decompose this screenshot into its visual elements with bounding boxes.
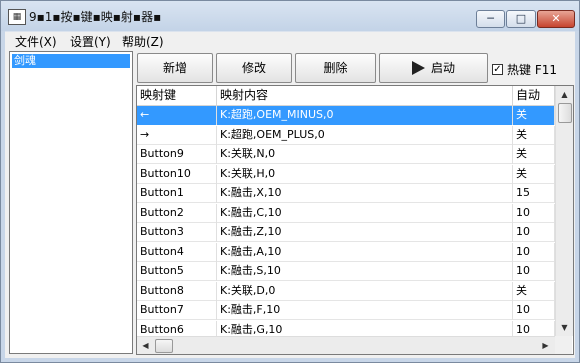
delete-button[interactable]: 删除 [295, 53, 376, 83]
mapping-table[interactable]: 映射键 映射内容 自动 ← K:超跑,OEM_MINUS,0 关 → K:超跑,OEM_… [136, 85, 574, 355]
cell-key: Button1 [137, 184, 217, 203]
scroll-down-icon[interactable]: ▼ [556, 319, 573, 336]
vertical-scrollbar[interactable]: ▲ ▼ [555, 86, 573, 336]
cell-auto: 关 [513, 281, 555, 301]
cell-auto: 10 [513, 301, 555, 320]
window-title: 9▪1▪按▪键▪映▪射▪器▪ [29, 10, 162, 24]
column-header-content[interactable]: 映射内容 [217, 86, 513, 105]
table-row[interactable]: Button3 K:融击,Z,10 10 [137, 223, 555, 242]
table-row[interactable]: Button2 K:融击,C,10 10 [137, 203, 555, 223]
hotkey-checkbox[interactable]: ✓ [492, 64, 503, 75]
cell-content: K:超跑,OEM_PLUS,0 [217, 125, 513, 145]
hotkey-label[interactable]: 热键 F11 [507, 61, 557, 78]
cell-auto: 10 [513, 223, 555, 242]
cell-key: Button4 [137, 242, 217, 262]
profile-list-item-selected[interactable]: 剑魂 [12, 54, 130, 68]
vertical-scroll-thumb[interactable] [558, 103, 572, 123]
table-row[interactable]: → K:超跑,OEM_PLUS,0 关 [137, 125, 555, 145]
cell-auto: 10 [513, 242, 555, 262]
table-row[interactable]: ← K:超跑,OEM_MINUS,0 关 [137, 106, 555, 125]
cell-content: K:关联,H,0 [217, 164, 513, 184]
menu-bar: 文件(X) 设置(Y) 帮助(Z) [5, 31, 575, 50]
cell-auto: 15 [513, 184, 555, 203]
play-icon [411, 60, 425, 75]
cell-auto: 10 [513, 262, 555, 281]
cell-content: K:融击,A,10 [217, 242, 513, 262]
menu-help[interactable]: 帮助(Z) [122, 33, 164, 50]
scroll-corner [555, 336, 572, 354]
table-row[interactable]: Button7 K:融击,F,10 10 [137, 301, 555, 320]
table-row[interactable]: Button5 K:融击,S,10 10 [137, 262, 555, 281]
table-row[interactable]: Button4 K:融击,A,10 10 [137, 242, 555, 262]
cell-content: K:融击,Z,10 [217, 223, 513, 242]
scroll-up-icon[interactable]: ▲ [556, 86, 573, 103]
cell-content: K:关联,N,0 [217, 145, 513, 164]
table-row[interactable]: Button9 K:关联,N,0 关 [137, 145, 555, 164]
cell-key: Button10 [137, 164, 217, 184]
start-button-label: 启动 [430, 61, 455, 75]
cell-auto: 关 [513, 125, 555, 145]
cell-key: Button8 [137, 281, 217, 301]
cell-key: Button9 [137, 145, 217, 164]
cell-auto: 关 [513, 106, 555, 125]
cell-key: → [137, 125, 217, 145]
table-row[interactable]: Button8 K:关联,D,0 关 [137, 281, 555, 301]
cell-content: K:超跑,OEM_MINUS,0 [217, 106, 513, 125]
cell-content: K:关联,D,0 [217, 281, 513, 301]
table-row[interactable]: Button1 K:融击,X,10 15 [137, 184, 555, 203]
cell-content: K:融击,S,10 [217, 262, 513, 281]
table-row[interactable]: Button10 K:关联,H,0 关 [137, 164, 555, 184]
cell-auto: 关 [513, 164, 555, 184]
app-icon: ▦ [8, 9, 26, 25]
edit-button[interactable]: 修改 [216, 53, 292, 83]
cell-auto: 关 [513, 145, 555, 164]
minimize-button[interactable]: ─ [476, 10, 505, 28]
menu-settings[interactable]: 设置(Y) [70, 33, 111, 50]
cell-key: Button5 [137, 262, 217, 281]
cell-content: K:融击,F,10 [217, 301, 513, 320]
horizontal-scroll-thumb[interactable] [155, 339, 173, 353]
client-area: 剑魂 新增 修改 删除 启动 ✓ 热键 F11 映射键 映射内容 自动 ← K:超… [5, 49, 575, 358]
cell-content: K:融击,C,10 [217, 203, 513, 223]
title-bar[interactable]: ▦ 9▪1▪按▪键▪映▪射▪器▪ ─ □ ✕ [1, 1, 579, 31]
cell-content: K:融击,X,10 [217, 184, 513, 203]
app-window: ▦ 9▪1▪按▪键▪映▪射▪器▪ ─ □ ✕ 文件(X) 设置(Y) 帮助(Z)… [0, 0, 580, 363]
start-button[interactable]: 启动 [379, 53, 488, 83]
column-header-auto[interactable]: 自动 [513, 86, 555, 105]
table-header: 映射键 映射内容 自动 [137, 86, 555, 106]
maximize-button[interactable]: □ [506, 10, 536, 28]
scroll-right-icon[interactable]: ▶ [537, 337, 554, 354]
profile-list[interactable]: 剑魂 [9, 51, 133, 354]
scroll-left-icon[interactable]: ◀ [137, 337, 154, 354]
cell-key: Button3 [137, 223, 217, 242]
cell-key: Button7 [137, 301, 217, 320]
add-button[interactable]: 新增 [137, 53, 213, 83]
cell-auto: 10 [513, 203, 555, 223]
cell-key: ← [137, 106, 217, 125]
column-header-key[interactable]: 映射键 [137, 86, 217, 105]
horizontal-scrollbar[interactable]: ◀ ▶ [137, 336, 555, 354]
menu-file[interactable]: 文件(X) [15, 33, 57, 50]
cell-key: Button2 [137, 203, 217, 223]
close-button[interactable]: ✕ [537, 10, 575, 28]
